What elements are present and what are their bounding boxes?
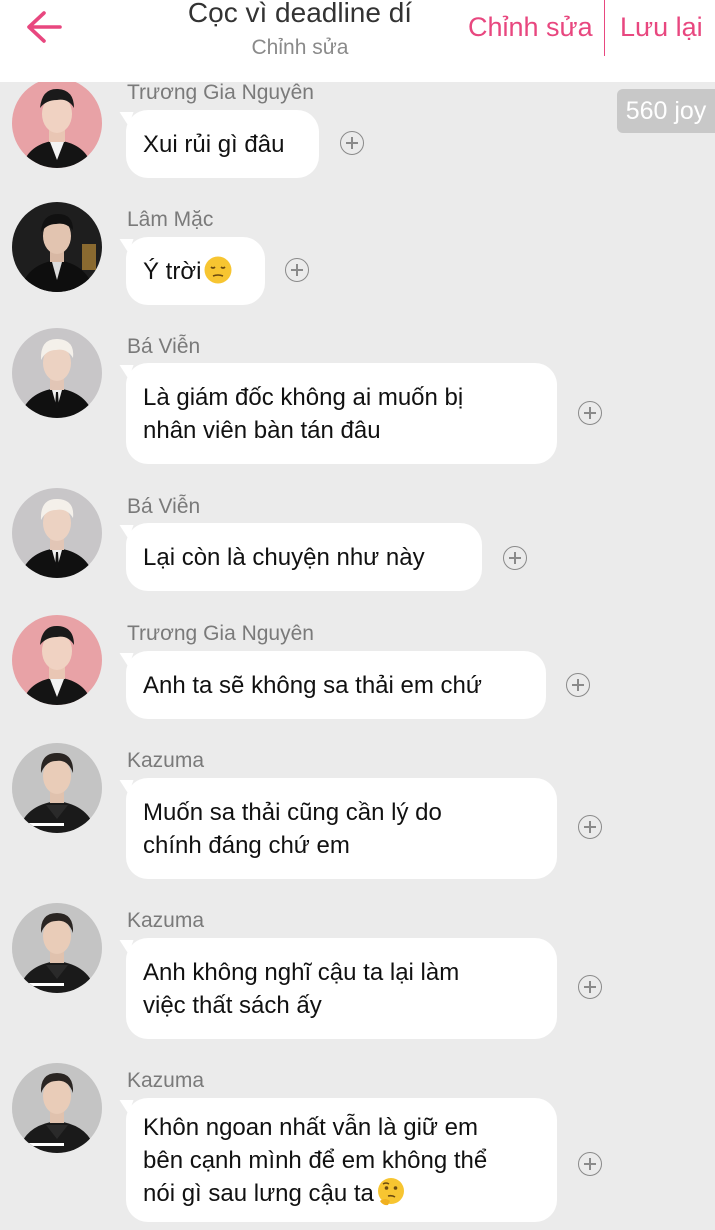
sad-face-emoji-icon xyxy=(204,256,232,283)
message-text: Lại còn là chuyện như này xyxy=(143,543,425,571)
avatar[interactable] xyxy=(12,488,102,578)
message-text-line: Anh không nghĩ cậu ta lại làm xyxy=(143,958,460,986)
message-text-line: nhân viên bàn tán đâu xyxy=(143,416,381,444)
edit-button[interactable]: Chỉnh sửa xyxy=(468,12,593,43)
message-text-line: Là giám đốc không ai muốn bị xyxy=(143,383,464,411)
header-divider xyxy=(604,0,605,56)
add-reaction-icon[interactable] xyxy=(578,815,602,839)
avatar[interactable] xyxy=(12,743,102,833)
message-text-row: nói gì sau lưng cậu ta xyxy=(143,1177,540,1210)
add-reaction-icon[interactable] xyxy=(503,546,527,570)
sender-name: Trương Gia Nguyên xyxy=(127,81,314,104)
message-text-line: Muốn sa thải cũng cần lý do xyxy=(143,798,442,826)
sender-name: Kazuma xyxy=(127,909,205,932)
sender-name: Bá Viễn xyxy=(127,495,201,518)
message-text-line: chính đáng chứ em xyxy=(143,831,350,859)
sender-name: Bá Viễn xyxy=(127,335,201,358)
message-bubble[interactable]: Muốn sa thải cũng cần lý do chính đáng c… xyxy=(126,778,557,879)
message-text: Xui rủi gì đâu xyxy=(143,130,285,158)
sender-name: Kazuma xyxy=(127,749,205,772)
avatar[interactable] xyxy=(12,903,102,993)
sender-name: Kazuma xyxy=(127,1069,205,1092)
message-text: Ý trời xyxy=(143,257,202,285)
add-reaction-icon[interactable] xyxy=(285,258,309,282)
message-bubble[interactable]: Lại còn là chuyện như này xyxy=(126,523,482,591)
sender-name: Lâm Mặc xyxy=(127,208,214,231)
avatar[interactable] xyxy=(12,202,102,292)
add-reaction-icon[interactable] xyxy=(578,1152,602,1176)
message-text-line: nói gì sau lưng cậu ta xyxy=(143,1179,374,1207)
message-bubble[interactable]: Là giám đốc không ai muốn bị nhân viên b… xyxy=(126,363,557,464)
title-area: Cọc vì deadline dí Chỉnh sửa xyxy=(140,0,460,60)
top-bar: Cọc vì deadline dí Chỉnh sửa Chỉnh sửa L… xyxy=(0,0,715,82)
avatar[interactable] xyxy=(12,1063,102,1153)
add-reaction-icon[interactable] xyxy=(578,975,602,999)
add-reaction-icon[interactable] xyxy=(340,131,364,155)
thinking-face-emoji-icon xyxy=(377,1177,404,1205)
avatar[interactable] xyxy=(12,78,102,168)
back-arrow-icon[interactable] xyxy=(24,10,64,44)
message-bubble[interactable]: Xui rủi gì đâu xyxy=(126,110,319,178)
message-bubble[interactable]: Khôn ngoan nhất vẫn là giữ em bên cạnh m… xyxy=(126,1098,557,1222)
message-bubble[interactable]: Anh không nghĩ cậu ta lại làm việc thất … xyxy=(126,938,557,1039)
sender-name: Trương Gia Nguyên xyxy=(127,622,314,645)
add-reaction-icon[interactable] xyxy=(578,401,602,425)
message-text-line: việc thất sách ấy xyxy=(143,991,322,1019)
message-text-line: Khôn ngoan nhất vẫn là giữ em xyxy=(143,1113,478,1141)
message-text-line: bên cạnh mình để em không thể xyxy=(143,1146,488,1174)
add-reaction-icon[interactable] xyxy=(566,673,590,697)
save-button[interactable]: Lưu lại xyxy=(620,12,703,43)
page-subtitle: Chỉnh sửa xyxy=(251,36,349,59)
page-title: Cọc vì deadline dí xyxy=(187,0,413,28)
message-bubble[interactable]: Anh ta sẽ không sa thải em chứ xyxy=(126,651,546,719)
message-text: Anh ta sẽ không sa thải em chứ xyxy=(143,671,482,699)
avatar[interactable] xyxy=(12,615,102,705)
message-text-row: Ý trời xyxy=(143,255,248,288)
message-bubble[interactable]: Ý trời xyxy=(126,237,265,305)
avatar[interactable] xyxy=(12,328,102,418)
joy-counter-badge: 560 joy xyxy=(617,89,715,133)
